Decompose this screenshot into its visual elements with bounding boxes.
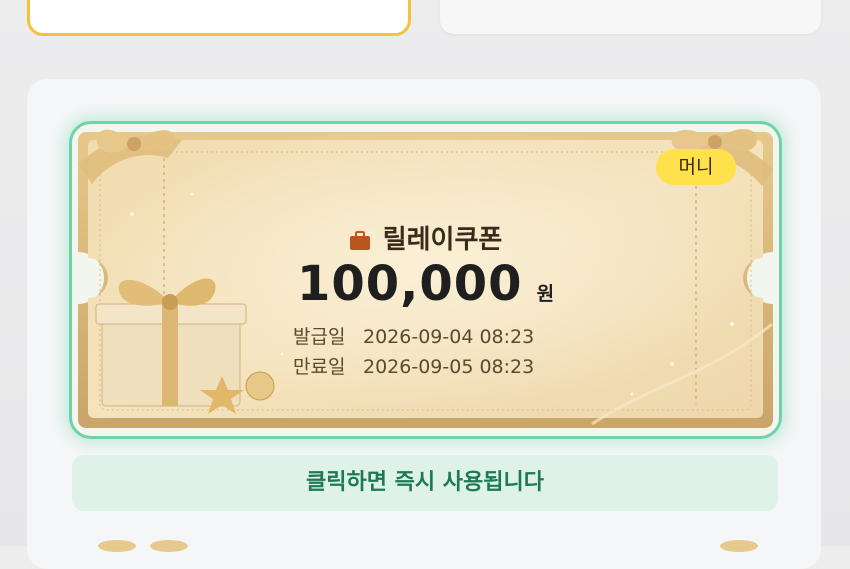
coupon-ticket[interactable]: 머니 릴레이쿠폰 100,000 원 발급일 2026-09-04 08:23 만료… [69, 121, 782, 439]
expiry-date: 2026-09-05 08:23 [363, 356, 535, 378]
use-coupon-button[interactable]: 클릭하면 즉시 사용됩니다 [72, 455, 778, 511]
expiry-date-row: 만료일 2026-09-05 08:23 [293, 353, 534, 381]
coin-decoration [150, 540, 188, 552]
coupon-title-row: 릴레이쿠폰 [72, 222, 779, 258]
issued-date-row: 발급일 2026-09-04 08:23 [293, 323, 534, 351]
briefcase-icon [349, 231, 370, 250]
coupon-content: 머니 릴레이쿠폰 100,000 원 발급일 2026-09-04 08:23 만료… [72, 124, 779, 436]
coupon-unit: 원 [536, 283, 555, 305]
expiry-label: 만료일 [293, 356, 346, 378]
coupon-amount-row: 100,000 원 [72, 256, 779, 312]
coin-decoration [720, 540, 758, 552]
issued-date: 2026-09-04 08:23 [363, 326, 535, 348]
money-badge: 머니 [656, 149, 736, 185]
issued-label: 발급일 [293, 326, 346, 348]
coupon-title: 릴레이쿠폰 [382, 225, 503, 255]
coupon-amount: 100,000 [296, 256, 523, 312]
coupon-card-top-right[interactable] [440, 0, 821, 34]
coupon-card-top-left[interactable] [27, 0, 411, 36]
coin-decoration [98, 540, 136, 552]
